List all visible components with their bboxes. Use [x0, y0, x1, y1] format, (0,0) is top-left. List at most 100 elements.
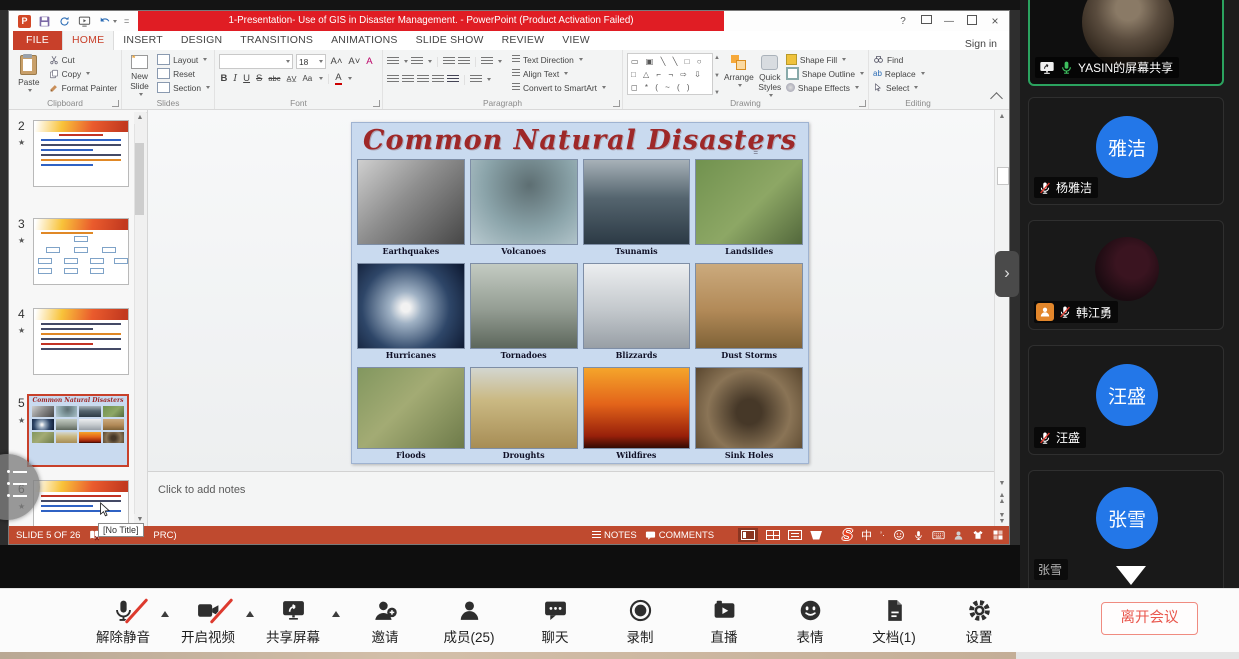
thumbnail-slide-4[interactable]	[33, 308, 129, 375]
drawing-dialog-launcher[interactable]	[859, 100, 866, 107]
scroll-more-participants-icon[interactable]	[1116, 566, 1146, 585]
bold-button[interactable]: B	[221, 73, 228, 84]
format-painter-button[interactable]: Format Painter	[49, 81, 117, 94]
justify-icon[interactable]	[432, 75, 444, 84]
ime-skin-icon[interactable]	[972, 529, 984, 541]
ime-chinese-mode-icon[interactable]: 中	[861, 527, 872, 543]
select-button[interactable]: Select	[873, 81, 925, 94]
shape-fill-button[interactable]: Shape Fill	[786, 53, 864, 66]
unmute-options-arrow[interactable]	[161, 611, 169, 617]
customize-qat-button[interactable]: =	[124, 16, 129, 26]
settings-button[interactable]: 设置	[941, 598, 1017, 646]
thumbnails-scrollbar[interactable]: ▲	[134, 112, 146, 212]
align-right-icon[interactable]	[417, 75, 429, 84]
ime-account-icon[interactable]	[953, 530, 964, 541]
thumbnail-slide-6[interactable]	[33, 480, 129, 528]
strikethrough-abc-button[interactable]: abc	[268, 74, 280, 83]
line-spacing-icon[interactable]	[481, 57, 493, 66]
scroll-up-icon[interactable]: ▲	[995, 110, 1009, 123]
collapse-ribbon-chevron-icon[interactable]	[990, 92, 1003, 105]
align-center-icon[interactable]	[402, 75, 414, 84]
notes-pane[interactable]: Click to add notes	[148, 471, 994, 528]
change-case-button[interactable]: Aa	[302, 74, 312, 83]
unmute-button[interactable]: 解除静音	[85, 598, 161, 646]
increase-font-icon[interactable]: A˄	[331, 56, 343, 67]
emoji-button[interactable]: 表情	[772, 598, 848, 646]
character-spacing-button[interactable]: A̲V̲	[286, 74, 296, 83]
distribute-icon[interactable]	[447, 75, 459, 84]
ime-emoji-icon[interactable]	[893, 529, 905, 541]
ime-punctuation-icon[interactable]: ’·	[880, 530, 885, 540]
docs-button[interactable]: 文档(1)	[856, 598, 932, 646]
slideshow-view-icon[interactable]	[810, 531, 822, 540]
paragraph-dialog-launcher[interactable]	[613, 100, 620, 107]
sogou-ime-icon[interactable]: S	[842, 528, 853, 542]
shapes-gallery-scroll[interactable]: ▲▼▼	[714, 53, 720, 98]
thumbnail-slide-5-selected[interactable]: Common Natural Disasters	[27, 394, 129, 467]
bullets-icon[interactable]	[387, 57, 399, 66]
strikethrough-button[interactable]: S	[256, 73, 262, 84]
thumbnail-slide-2[interactable]	[33, 120, 129, 187]
scroll-down-icon[interactable]: ▼	[995, 477, 1009, 490]
clipboard-dialog-launcher[interactable]	[112, 100, 119, 107]
tab-file[interactable]: FILE	[13, 31, 62, 50]
current-slide[interactable]: Common Natural Disasters = Earthquakes V…	[351, 122, 809, 464]
participant-tile[interactable]: 韩江勇	[1028, 220, 1224, 330]
scroll-up-icon[interactable]: ▲	[134, 112, 146, 124]
reset-button[interactable]: Reset	[157, 67, 210, 80]
share-options-arrow[interactable]	[332, 611, 340, 617]
arrange-button[interactable]: Arrange	[724, 53, 754, 98]
reading-view-icon[interactable]	[788, 530, 802, 540]
thumbnail-slide-3[interactable]	[33, 218, 129, 285]
align-text-button[interactable]: Align Text	[512, 67, 606, 80]
start-video-button[interactable]: 开启视频	[170, 598, 246, 646]
underline-button[interactable]: U	[243, 73, 250, 84]
undo-button[interactable]	[98, 15, 117, 28]
slide-sorter-view-icon[interactable]	[766, 530, 780, 540]
minimize-button[interactable]: —	[939, 16, 959, 27]
close-button[interactable]: ×	[985, 14, 1005, 28]
columns-icon[interactable]	[470, 75, 482, 84]
video-options-arrow[interactable]	[246, 611, 254, 617]
italic-button[interactable]: I	[233, 73, 237, 84]
ime-voice-icon[interactable]	[913, 530, 924, 541]
font-color-button[interactable]: A	[335, 72, 341, 85]
chat-button[interactable]: 聊天	[517, 598, 593, 646]
align-left-icon[interactable]	[387, 75, 399, 84]
paste-button[interactable]: Paste	[13, 53, 45, 98]
decrease-font-icon[interactable]: A˅	[348, 56, 360, 67]
help-button[interactable]: ?	[893, 16, 913, 27]
tab-insert[interactable]: INSERT	[114, 31, 172, 50]
restore-button[interactable]	[962, 15, 982, 28]
slide-scrollbar[interactable]: ▲ ▼ ▲▲ ▼▼	[994, 110, 1009, 528]
tab-view[interactable]: VIEW	[553, 31, 599, 50]
tab-home[interactable]: HOME	[62, 30, 114, 50]
find-button[interactable]: Find	[873, 53, 925, 66]
screen-share-tile[interactable]: YASIN的屏幕共享	[1028, 0, 1224, 86]
numbering-icon[interactable]	[411, 57, 423, 66]
convert-smartart-button[interactable]: Convert to SmartArt	[512, 81, 606, 94]
participant-tile[interactable]: 汪盛 汪盛	[1028, 345, 1224, 455]
shape-effects-button[interactable]: Shape Effects	[786, 81, 864, 94]
next-slide-button[interactable]: ▼▼	[995, 511, 1009, 526]
quick-styles-button[interactable]: Quick Styles	[758, 53, 782, 98]
font-size-combo[interactable]: 18	[296, 54, 326, 69]
font-name-combo[interactable]	[219, 54, 293, 69]
share-screen-button[interactable]: 共享屏幕	[255, 598, 331, 646]
increase-indent-icon[interactable]	[458, 57, 470, 66]
copy-button[interactable]: Copy	[49, 67, 117, 80]
decrease-indent-icon[interactable]	[443, 57, 455, 66]
previous-slide-button[interactable]: ▲▲	[995, 491, 1009, 506]
cut-button[interactable]: Cut	[49, 53, 117, 66]
language-status[interactable]: PRC)	[153, 530, 176, 541]
replace-button[interactable]: abReplace	[873, 67, 925, 80]
sign-in-link[interactable]: Sign in	[965, 38, 1009, 50]
text-direction-button[interactable]: Text Direction	[512, 53, 606, 66]
live-stream-button[interactable]: 直播	[686, 598, 762, 646]
sidebar-collapse-handle[interactable]: ›	[995, 251, 1019, 297]
new-slide-button[interactable]: New Slide	[126, 53, 153, 98]
tab-slideshow[interactable]: SLIDE SHOW	[407, 31, 493, 50]
clear-formatting-icon[interactable]: A	[366, 56, 372, 67]
start-slideshow-icon[interactable]	[78, 15, 91, 28]
members-button[interactable]: 成员(25)	[431, 598, 507, 646]
